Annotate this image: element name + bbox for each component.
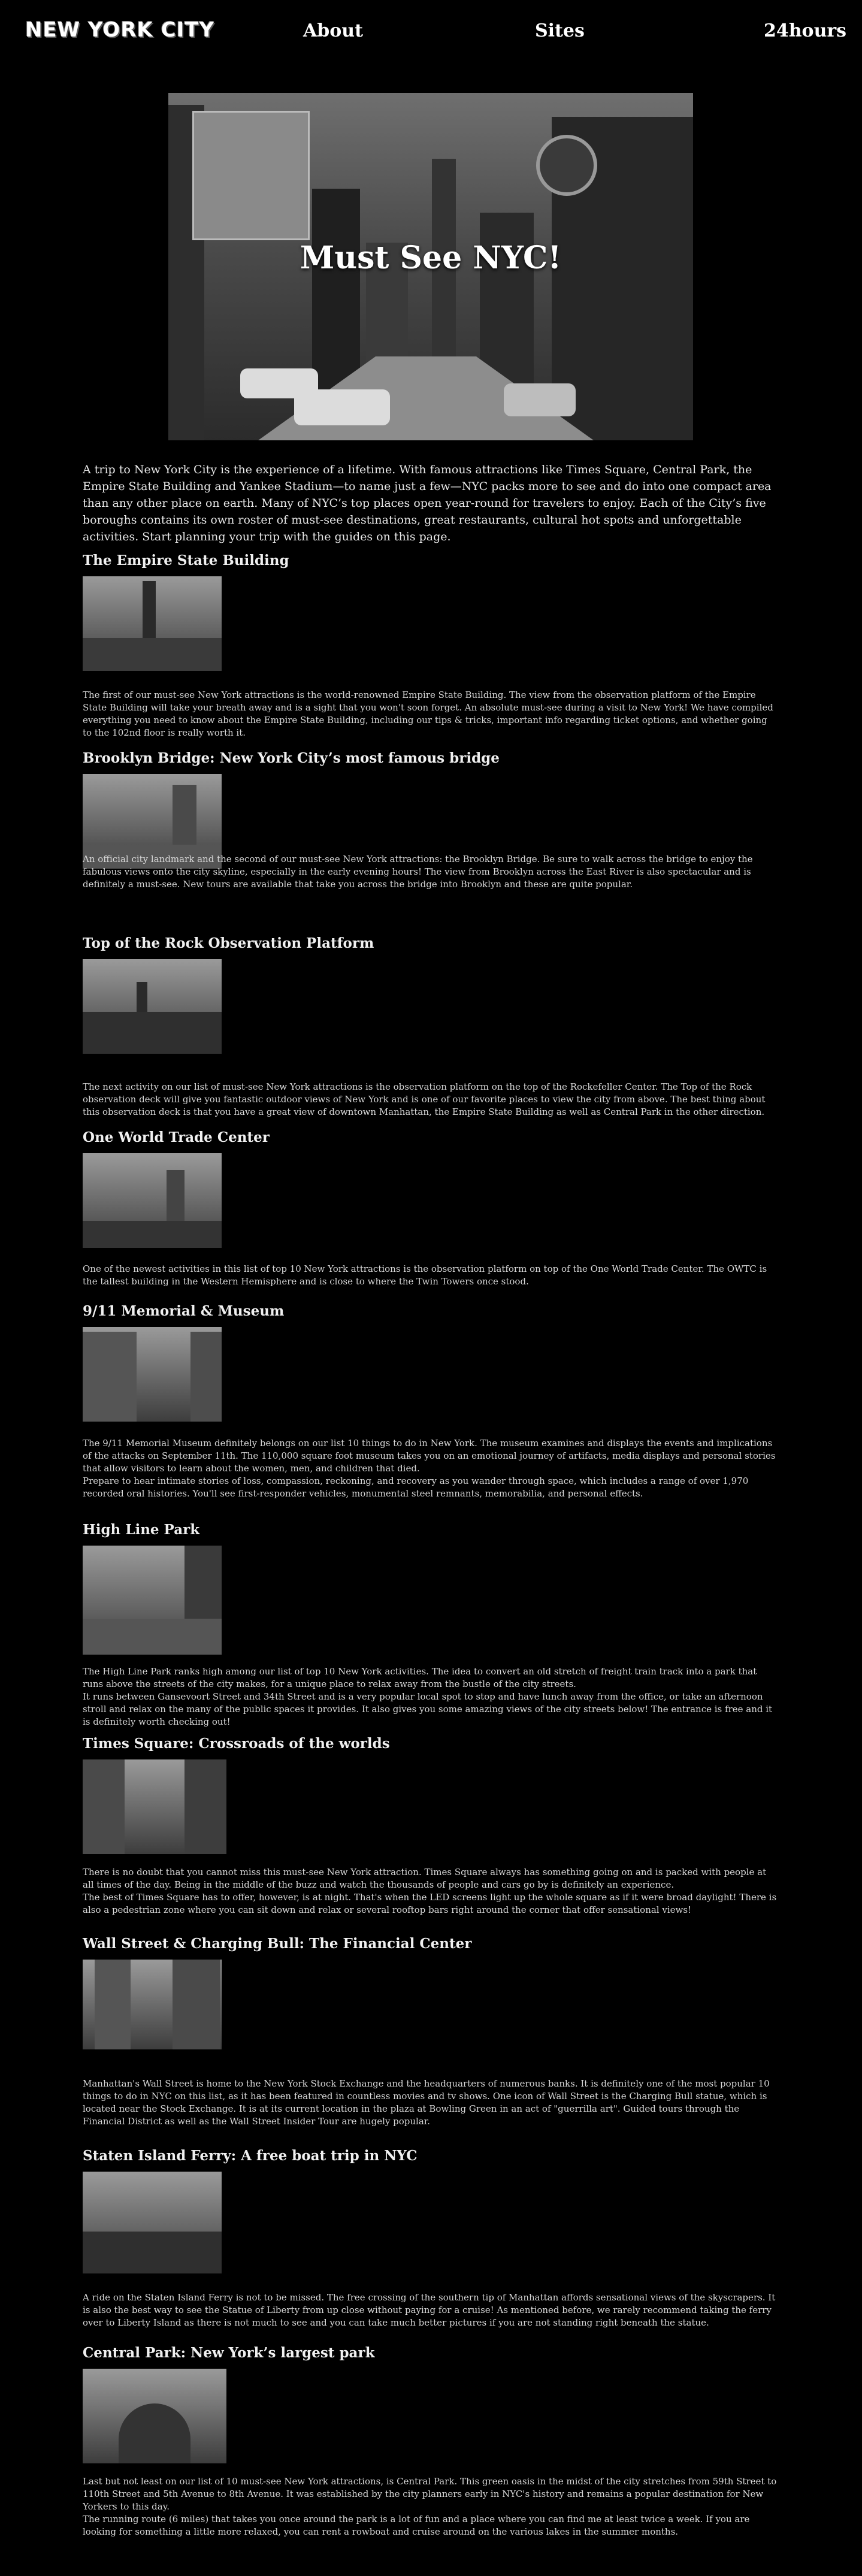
section-title: High Line Park: [83, 1522, 200, 1538]
section-image: [83, 1960, 222, 2049]
section-body: The first of our must-see New York attra…: [83, 689, 778, 739]
section-title: Top of the Rock Observation Platform: [83, 935, 374, 951]
section-one-world-trade: One World Trade Center One of the newest…: [83, 1129, 778, 1287]
section-body: An official city landmark and the second…: [83, 853, 778, 891]
intro-text: A trip to New York City is the experienc…: [83, 463, 772, 543]
section-paragraph: Manhattan's Wall Street is home to the N…: [83, 2078, 770, 2127]
section-paragraph: There is no doubt that you cannot miss t…: [83, 1867, 767, 1890]
section-paragraph: A ride on the Staten Island Ferry is not…: [83, 2292, 776, 2328]
section-body: There is no doubt that you cannot miss t…: [83, 1866, 778, 1916]
image-building: [185, 1759, 226, 1854]
section-wall-street: Wall Street & Charging Bull: The Financi…: [83, 1936, 778, 2127]
image-building: [190, 1332, 222, 1422]
section-title: Staten Island Ferry: A free boat trip in…: [83, 2148, 418, 2164]
section-body: The High Line Park ranks high among our …: [83, 1665, 778, 1728]
section-title: Central Park: New York’s largest park: [83, 2345, 375, 2361]
section-title: One World Trade Center: [83, 1129, 270, 1145]
section-image: [83, 2172, 222, 2273]
section-paragraph: Last but not least on our list of 10 mus…: [83, 2476, 777, 2512]
section-911-memorial: 9/11 Memorial & Museum The 9/11 Memorial…: [83, 1303, 778, 1499]
section-body: The next activity on our list of must-se…: [83, 1081, 778, 1118]
section-body: The 9/11 Memorial Museum definitely belo…: [83, 1437, 778, 1500]
nav-link-24hours[interactable]: 24hours: [764, 20, 846, 41]
section-paragraph: The 9/11 Memorial Museum definitely belo…: [83, 1438, 776, 1474]
section-image: [83, 1759, 226, 1854]
hero-banner: Must See NYC!: [168, 93, 693, 440]
site-logo[interactable]: NEW YORK CITY: [25, 18, 214, 42]
section-paragraph: Prepare to hear intimate stories of loss…: [83, 1476, 749, 1499]
section-paragraph: One of the newest activities in this lis…: [83, 1263, 767, 1287]
section-paragraph: The best of Times Square has to offer, h…: [83, 1892, 777, 1915]
section-brooklyn-bridge: Brooklyn Bridge: New York City’s most fa…: [83, 750, 778, 890]
section-title: Brooklyn Bridge: New York City’s most fa…: [83, 750, 500, 766]
top-nav: NEW YORK CITY About Sites 24hours: [0, 0, 862, 66]
image-building: [95, 1960, 131, 2049]
section-staten-island-ferry: Staten Island Ferry: A free boat trip in…: [83, 2148, 778, 2328]
image-skyline: [83, 1012, 222, 1054]
section-body: Manhattan's Wall Street is home to the N…: [83, 2078, 778, 2128]
image-skyline: [83, 638, 222, 671]
hero-billboard: [192, 111, 310, 240]
section-body: A ride on the Staten Island Ferry is not…: [83, 2291, 778, 2329]
image-skyline: [83, 1221, 222, 1248]
section-paragraph: The running route (6 miles) that takes y…: [83, 2514, 750, 2537]
section-paragraph: The first of our must-see New York attra…: [83, 690, 773, 738]
section-top-of-the-rock: Top of the Rock Observation Platform The…: [83, 935, 778, 1117]
section-paragraph: It runs between Gansevoort Street and 34…: [83, 1691, 773, 1727]
image-building: [173, 1960, 220, 2049]
section-image: [83, 1153, 222, 1248]
section-image: [83, 1327, 222, 1422]
nav-link-about[interactable]: About: [303, 20, 363, 41]
section-central-park: Central Park: New York’s largest park La…: [83, 2345, 778, 2537]
section-high-line: High Line Park The High Line Park ranks …: [83, 1522, 778, 1727]
hero-taxi: [294, 389, 390, 425]
section-paragraph: An official city landmark and the second…: [83, 854, 753, 890]
hero-taxi: [504, 383, 576, 416]
section-title: Wall Street & Charging Bull: The Financi…: [83, 1936, 472, 1952]
section-empire-state: The Empire State Building The first of o…: [83, 552, 778, 738]
section-image: [83, 959, 222, 1054]
section-title: Times Square: Crossroads of the worlds: [83, 1736, 390, 1752]
image-water: [83, 2232, 222, 2273]
section-times-square: Times Square: Crossroads of the worlds T…: [83, 1736, 778, 1915]
section-body: Last but not least on our list of 10 mus…: [83, 2475, 778, 2538]
section-title: 9/11 Memorial & Museum: [83, 1303, 285, 1319]
image-building: [83, 1332, 137, 1422]
section-paragraph: The High Line Park ranks high among our …: [83, 1666, 757, 1689]
section-image: [83, 2369, 226, 2463]
hero-title: Must See NYC!: [300, 240, 562, 276]
section-title: The Empire State Building: [83, 552, 289, 569]
image-street: [83, 1619, 222, 1655]
section-image: [83, 576, 222, 671]
section-paragraph: The next activity on our list of must-se…: [83, 1081, 766, 1117]
nav-link-sites[interactable]: Sites: [535, 20, 585, 41]
section-body: One of the newest activities in this lis…: [83, 1263, 778, 1288]
hero-lg-sign: [536, 135, 597, 196]
image-building: [83, 1759, 125, 1854]
section-image: [83, 1546, 222, 1655]
image-fountain: [119, 2403, 190, 2463]
